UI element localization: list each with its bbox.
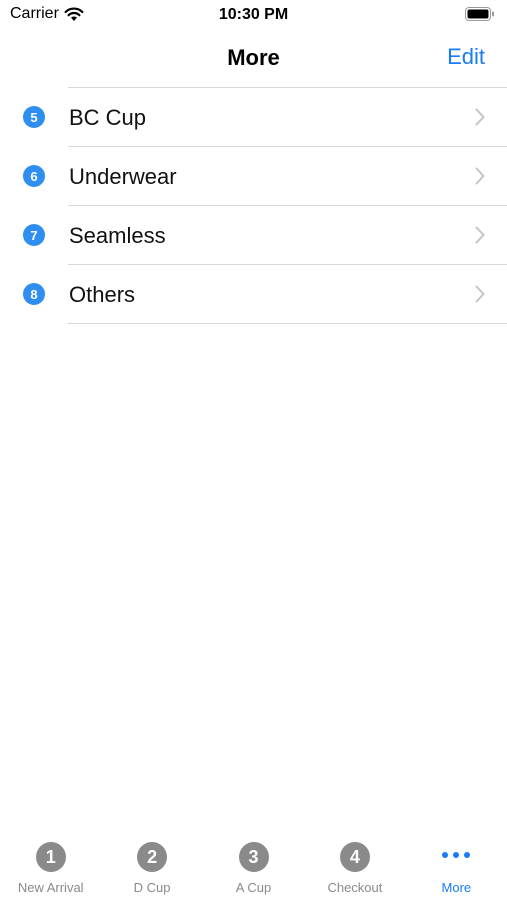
tab-label: A Cup (235, 880, 272, 895)
tab-checkout[interactable]: 4 Checkout (304, 838, 405, 900)
number-2-icon: 2 (137, 842, 168, 872)
tab-bar: 1 New Arrival 2 D Cup 3 A Cup 4 Checkout… (0, 838, 507, 900)
list-item-seamless[interactable]: 7 Seamless (0, 206, 507, 265)
tab-label: New Arrival (17, 880, 84, 895)
tab-label: Checkout (327, 880, 383, 895)
chevron-right-icon (475, 226, 485, 244)
list-item-label: Seamless (69, 223, 166, 248)
divider (68, 323, 507, 324)
tab-d-cup[interactable]: 2 D Cup (101, 838, 202, 900)
list-item-label: Others (69, 282, 136, 307)
list-item-underwear[interactable]: 6 Underwear (0, 147, 507, 206)
chevron-right-icon (475, 108, 485, 126)
status-bar: Carrier 10:30 PM (0, 0, 507, 30)
page-title: More (227, 45, 280, 70)
chevron-right-icon (475, 167, 485, 185)
status-time: 10:30 PM (218, 6, 289, 23)
number-4-icon: 4 (339, 842, 370, 872)
battery-icon (465, 7, 494, 21)
tab-a-cup[interactable]: 3 A Cup (203, 838, 304, 900)
badge-7-icon: 7 (23, 224, 45, 246)
tab-label: More (441, 880, 472, 895)
badge-6-icon: 6 (23, 165, 45, 187)
tab-more[interactable]: More (406, 838, 507, 900)
ellipsis-icon (442, 852, 471, 858)
badge-5-icon: 5 (23, 106, 45, 128)
list-item-label: Underwear (69, 164, 177, 189)
number-1-icon: 1 (35, 842, 66, 872)
list-item-label: BC Cup (69, 105, 147, 130)
edit-button[interactable]: Edit (447, 44, 485, 70)
tab-label: D Cup (133, 880, 171, 895)
list-item-bc-cup[interactable]: 5 BC Cup (0, 88, 507, 147)
more-list: 5 BC Cup 6 Underwear 7 Seamless 8 Others (0, 88, 507, 324)
number-3-icon: 3 (238, 842, 269, 872)
nav-bar: More Edit (0, 30, 507, 86)
chevron-right-icon (475, 285, 485, 303)
badge-8-icon: 8 (23, 283, 45, 305)
list-item-others[interactable]: 8 Others (0, 265, 507, 324)
tab-new-arrival[interactable]: 1 New Arrival (0, 838, 101, 900)
